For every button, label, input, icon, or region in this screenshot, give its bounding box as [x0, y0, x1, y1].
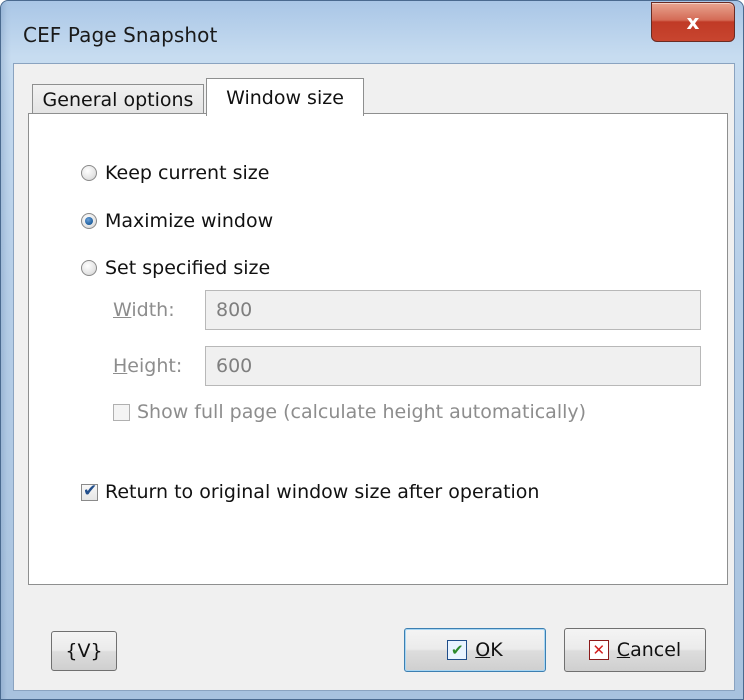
tab-panel-window-size: Keep current size Maximize window Set sp… — [28, 113, 728, 585]
tab-window-size[interactable]: Window size — [206, 78, 364, 116]
width-label-accel: W — [113, 299, 132, 321]
radio-label: Set specified size — [105, 257, 271, 279]
ok-label-accel: O — [475, 639, 491, 661]
ok-label-text: K — [490, 639, 503, 661]
radio-keep-current-size[interactable]: Keep current size — [81, 162, 269, 184]
return-original-label: Return to original window size after ope… — [105, 481, 540, 503]
return-original-checkbox-row[interactable]: Return to original window size after ope… — [81, 481, 539, 503]
variables-button[interactable]: {V} — [51, 631, 117, 671]
title-bar[interactable]: CEF Page Snapshot x — [1, 1, 743, 63]
height-input[interactable] — [205, 346, 701, 386]
dialog-window: CEF Page Snapshot x General options Wind… — [0, 0, 744, 700]
close-button[interactable]: x — [651, 2, 735, 42]
show-full-page-checkbox[interactable] — [113, 403, 130, 421]
radio-label: Keep current size — [105, 162, 270, 184]
ok-button[interactable]: ✔ OK — [404, 628, 546, 672]
tab-general-options[interactable]: General options — [32, 84, 204, 115]
checkmark-icon: ✔ — [447, 640, 468, 660]
cancel-button[interactable]: ✕ Cancel — [564, 628, 706, 672]
variables-label: {V} — [65, 640, 103, 662]
cancel-label-text: ancel — [630, 639, 682, 661]
close-icon: x — [686, 10, 700, 34]
tab-label: Window size — [226, 86, 344, 109]
show-full-page-checkbox-row[interactable]: Show full page (calculate height automat… — [113, 401, 586, 423]
width-label: Width: — [113, 299, 175, 321]
tab-label: General options — [42, 89, 194, 111]
cancel-label: Cancel — [617, 639, 681, 661]
x-icon: ✕ — [588, 640, 609, 660]
radio-label: Maximize window — [105, 210, 274, 232]
height-label: Height: — [113, 355, 182, 377]
radio-maximize-window[interactable]: Maximize window — [81, 210, 273, 232]
return-original-checkbox[interactable] — [81, 481, 98, 501]
width-input[interactable] — [205, 290, 701, 330]
radio-button[interactable] — [81, 260, 97, 276]
dialog-client-area: General options Window size Keep current… — [13, 63, 735, 691]
ok-label: OK — [475, 639, 502, 661]
radio-button-selected[interactable] — [81, 213, 97, 229]
height-label-text: eight: — [127, 355, 183, 377]
width-label-text: idth: — [131, 299, 175, 321]
height-label-accel: H — [113, 355, 128, 377]
cancel-label-accel: C — [616, 639, 631, 661]
window-title: CEF Page Snapshot — [23, 23, 218, 47]
radio-set-specified-size[interactable]: Set specified size — [81, 257, 270, 279]
radio-button[interactable] — [81, 165, 97, 181]
show-full-page-label: Show full page (calculate height automat… — [137, 401, 587, 423]
